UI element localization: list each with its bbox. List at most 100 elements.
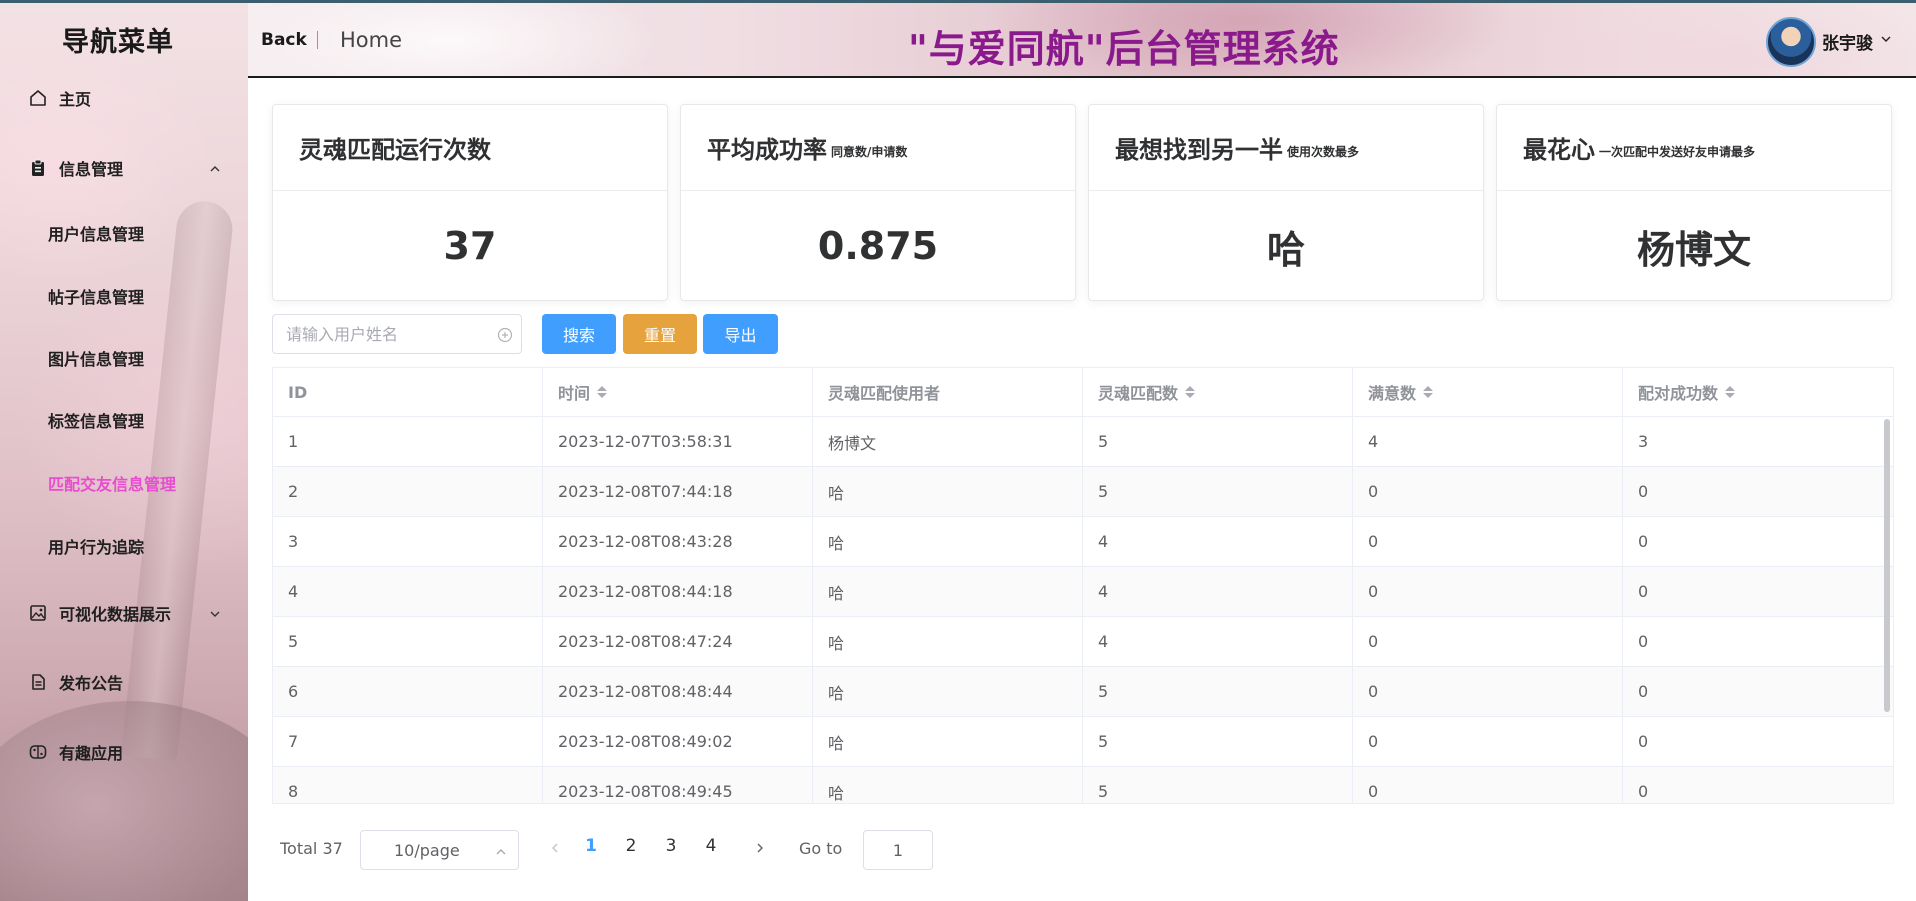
card-header: 平均成功率 同意数/申请数	[681, 105, 1075, 191]
page-number[interactable]: 3	[661, 836, 681, 856]
card-value: 哈	[1266, 227, 1305, 272]
card-header: 最想找到另一半 使用次数最多	[1089, 105, 1483, 191]
picture-icon	[27, 602, 49, 624]
sort-icon[interactable]	[1185, 386, 1196, 398]
cell-match-count: 4	[1083, 567, 1353, 616]
cell-id: 8	[273, 767, 543, 803]
cell-id: 3	[273, 517, 543, 566]
search-button[interactable]: 搜索	[542, 314, 616, 354]
sidebar-subitem-post-info[interactable]: 帖子信息管理	[0, 276, 248, 316]
cell-success-count: 0	[1638, 532, 1649, 551]
prev-page-icon[interactable]	[548, 840, 562, 854]
main-content: 灵魂匹配运行次数 37 平均成功率 同意数/申请数 0.875 最想找到另一半 …	[248, 78, 1916, 901]
table-row[interactable]: 5 2023-12-08T08:47:24 哈 4 0 0	[273, 617, 1893, 667]
cell-success-count: 0	[1638, 582, 1649, 601]
card-subtitle: 一次匹配中发送好友申请最多	[1599, 145, 1756, 159]
circle-plus-icon[interactable]	[497, 327, 513, 343]
username[interactable]: 张宇骏	[1822, 29, 1873, 54]
cell-satisfied-count: 0	[1353, 567, 1623, 616]
cell-satisfied-count: 4	[1353, 417, 1623, 466]
sidebar-item-info-management[interactable]: 信息管理	[0, 148, 248, 188]
sort-icon[interactable]	[1423, 386, 1434, 398]
page-size-select[interactable]: 10/page	[360, 830, 519, 870]
sidebar-item-label: 可视化数据展示	[59, 605, 172, 624]
page-size-value: 10/page	[394, 840, 460, 860]
sidebar-subitem-match-info[interactable]: 匹配交友信息管理	[0, 463, 248, 503]
match-records-table: ID 时间 灵魂匹配使用者 灵魂匹配数 满意数 配对成功数 1 2023-12-…	[272, 367, 1894, 804]
column-header-success-count[interactable]: 配对成功数	[1623, 368, 1893, 416]
cell-time: 2023-12-08T08:48:44	[543, 667, 813, 716]
cell-user: 杨博文	[813, 417, 1083, 466]
avatar[interactable]	[1766, 17, 1816, 67]
card-header: 灵魂匹配运行次数	[273, 105, 667, 191]
card-title: 最想找到另一半	[1115, 136, 1283, 164]
column-header-id: ID	[273, 368, 543, 416]
page-number[interactable]: 4	[701, 836, 721, 856]
cell-satisfied-count: 0	[1353, 667, 1623, 716]
cell-time: 2023-12-08T08:43:28	[543, 517, 813, 566]
sidebar: 导航菜单 主页 信息管理 用户信息管理 帖子信息管理 图片信息管理 标签信息管理…	[0, 0, 248, 901]
cell-match-count: 5	[1083, 767, 1353, 803]
cell-id: 6	[273, 667, 543, 716]
home-icon	[27, 87, 49, 109]
table-scrollbar[interactable]	[1884, 419, 1890, 712]
sidebar-subitem-tag-info[interactable]: 标签信息管理	[0, 400, 248, 440]
sidebar-item-label: 信息管理	[59, 160, 124, 179]
table-row[interactable]: 3 2023-12-08T08:43:28 哈 4 0 0	[273, 517, 1893, 567]
card-subtitle: 同意数/申请数	[831, 145, 908, 159]
sidebar-item-announcement[interactable]: 发布公告	[0, 662, 248, 702]
sidebar-item-fun-apps[interactable]: 有趣应用	[0, 732, 248, 772]
cell-user: 哈	[813, 617, 1083, 666]
cell-match-count: 5	[1083, 417, 1353, 466]
sidebar-item-visualization[interactable]: 可视化数据展示	[0, 593, 248, 633]
column-header-satisfied-count[interactable]: 满意数	[1353, 368, 1623, 416]
cell-match-count: 5	[1083, 667, 1353, 716]
goto-page-input[interactable]	[863, 830, 933, 870]
cell-success-count: 3	[1638, 432, 1649, 451]
column-header-time[interactable]: 时间	[543, 368, 813, 416]
cell-time: 2023-12-08T08:44:18	[543, 567, 813, 616]
top-accent-bar	[0, 0, 1916, 3]
card-title: 平均成功率	[707, 136, 827, 164]
sidebar-subitem-image-info[interactable]: 图片信息管理	[0, 338, 248, 378]
cell-id: 7	[273, 717, 543, 766]
sidebar-item-home[interactable]: 主页	[0, 78, 248, 118]
table-row[interactable]: 7 2023-12-08T08:49:02 哈 5 0 0	[273, 717, 1893, 767]
table-row[interactable]: 1 2023-12-07T03:58:31 杨博文 5 4 3	[273, 417, 1893, 467]
cell-id: 2	[273, 467, 543, 516]
page-number[interactable]: 1	[581, 836, 601, 856]
cell-time: 2023-12-07T03:58:31	[543, 417, 813, 466]
search-input[interactable]	[273, 315, 473, 353]
table-row[interactable]: 2 2023-12-08T07:44:18 哈 5 0 0	[273, 467, 1893, 517]
sort-icon[interactable]	[1725, 386, 1736, 398]
cell-time: 2023-12-08T08:49:45	[543, 767, 813, 803]
goto-label: Go to	[799, 839, 843, 858]
sidebar-subitem-user-info[interactable]: 用户信息管理	[0, 213, 248, 253]
card-value: 0.875	[817, 224, 939, 268]
clipboard-icon	[27, 157, 49, 179]
cell-user: 哈	[813, 717, 1083, 766]
cell-success-count: 0	[1638, 632, 1649, 651]
table-row[interactable]: 8 2023-12-08T08:49:45 哈 5 0 0	[273, 767, 1893, 803]
cell-match-count: 5	[1083, 467, 1353, 516]
cell-match-count: 4	[1083, 517, 1353, 566]
gamepad-icon	[27, 741, 49, 763]
export-button[interactable]: 导出	[703, 314, 778, 354]
stat-card-run-count: 灵魂匹配运行次数 37	[272, 104, 668, 301]
page-number[interactable]: 2	[621, 836, 641, 856]
home-breadcrumb[interactable]: Home	[340, 28, 402, 52]
sort-icon[interactable]	[597, 386, 608, 398]
table-row[interactable]: 4 2023-12-08T08:44:18 哈 4 0 0	[273, 567, 1893, 617]
table-row[interactable]: 6 2023-12-08T08:48:44 哈 5 0 0	[273, 667, 1893, 717]
back-link[interactable]: Back	[261, 30, 307, 50]
chevron-down-icon[interactable]	[1879, 31, 1893, 45]
column-header-match-count[interactable]: 灵魂匹配数	[1083, 368, 1353, 416]
cell-user: 哈	[813, 667, 1083, 716]
stat-card-most-fickle: 最花心 一次匹配中发送好友申请最多 杨博文	[1496, 104, 1892, 301]
card-subtitle: 使用次数最多	[1287, 145, 1360, 159]
cell-satisfied-count: 0	[1353, 617, 1623, 666]
next-page-icon[interactable]	[753, 840, 767, 854]
reset-button[interactable]: 重置	[623, 314, 697, 354]
sidebar-subitem-behavior-tracking[interactable]: 用户行为追踪	[0, 526, 248, 566]
cell-time: 2023-12-08T08:47:24	[543, 617, 813, 666]
